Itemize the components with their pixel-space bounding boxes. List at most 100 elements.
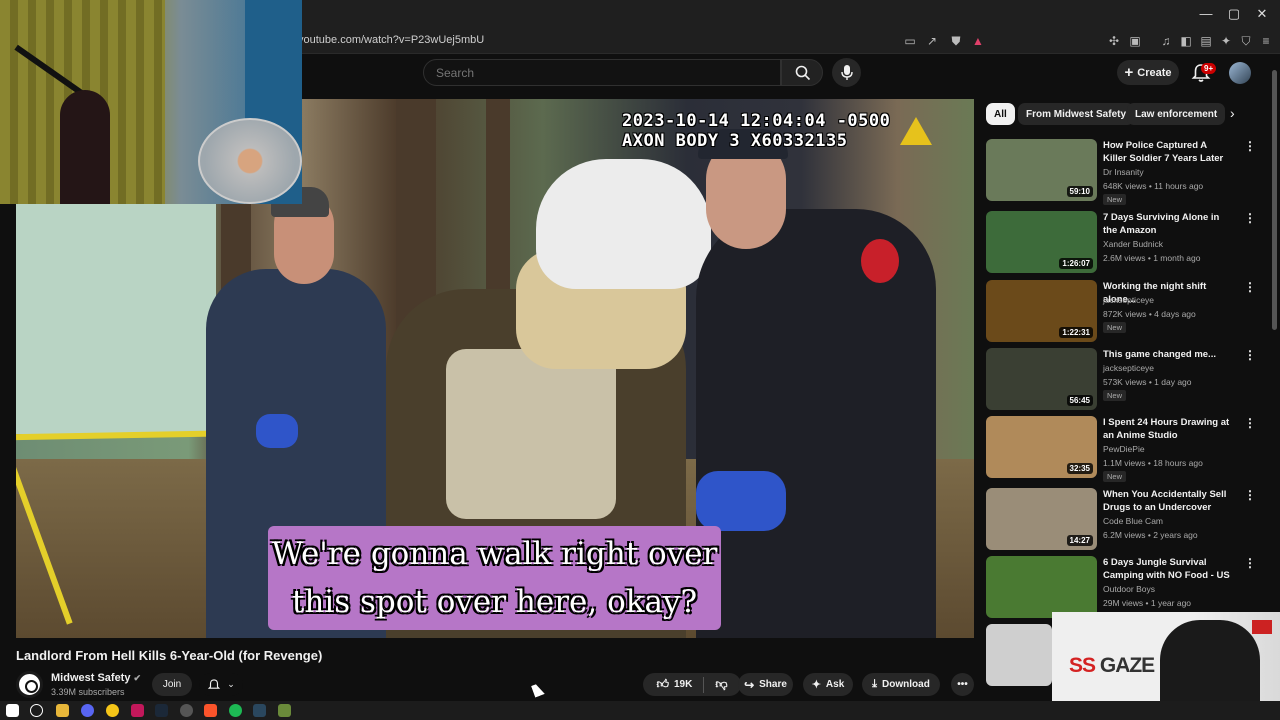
channel-name[interactable]: Midwest Safety ✔ bbox=[51, 672, 141, 684]
extensions-icon[interactable]: ✣ bbox=[1106, 33, 1122, 49]
more-actions-button[interactable]: ••• bbox=[951, 673, 974, 696]
subscription-bell-button[interactable]: ⌄ bbox=[199, 673, 243, 696]
app-icon[interactable] bbox=[180, 704, 193, 717]
recommendation-title[interactable]: I Spent 24 Hours Drawing at an Anime Stu… bbox=[1103, 416, 1231, 442]
sidebar-icon[interactable]: ◧ bbox=[1178, 33, 1194, 49]
video-scene-house bbox=[16, 204, 216, 434]
steam-icon[interactable] bbox=[155, 704, 168, 717]
discord-icon[interactable] bbox=[81, 704, 94, 717]
wallet-icon[interactable]: ▤ bbox=[1198, 33, 1214, 49]
recommendation-item[interactable]: 32:35 I Spent 24 Hours Drawing at an Ani… bbox=[986, 416, 1256, 482]
recommendation-channel[interactable]: jacksepticeye bbox=[1103, 295, 1154, 305]
steam-icon[interactable] bbox=[253, 704, 266, 717]
video-thumbnail[interactable]: 59:10 bbox=[986, 139, 1097, 201]
app-icon[interactable] bbox=[106, 704, 119, 717]
join-button[interactable]: Join bbox=[152, 673, 192, 696]
vpn-icon[interactable]: ⛉ bbox=[1238, 33, 1254, 49]
ask-button[interactable]: ✦ Ask bbox=[803, 673, 853, 696]
video-caption: We're gonna walk right over this spot ov… bbox=[268, 526, 721, 630]
create-button[interactable]: + Create bbox=[1117, 60, 1179, 85]
url-text[interactable]: youtube.com/watch?v=P23wUej5mbU bbox=[298, 34, 484, 46]
recommendation-channel[interactable]: Outdoor Boys bbox=[1103, 584, 1155, 594]
video-thumbnail[interactable] bbox=[986, 556, 1097, 618]
recommendation-title[interactable]: When You Accidentally Sell Drugs to an U… bbox=[1103, 488, 1231, 515]
video-thumbnail[interactable]: 14:27 bbox=[986, 488, 1097, 550]
chip-all[interactable]: All bbox=[986, 103, 1015, 125]
more-vertical-icon[interactable]: ⋮ bbox=[1244, 488, 1256, 502]
more-vertical-icon[interactable]: ⋮ bbox=[1244, 416, 1256, 430]
minimize-icon[interactable]: — bbox=[1196, 6, 1216, 21]
overlay-person bbox=[1160, 620, 1260, 714]
thumbs-down-icon[interactable]: 👎︎ bbox=[715, 677, 727, 692]
shield-icon[interactable]: ⛊ bbox=[948, 33, 964, 49]
more-vertical-icon[interactable]: ⋮ bbox=[1244, 211, 1256, 225]
recommendation-item[interactable]: 1:22:31 Working the night shift alone...… bbox=[986, 280, 1256, 346]
video-scene-fire-patch bbox=[861, 239, 899, 283]
close-icon[interactable]: ✕ bbox=[1252, 6, 1272, 22]
video-thumbnail[interactable]: 56:45 bbox=[986, 348, 1097, 410]
menu-icon[interactable]: ≡ bbox=[1258, 33, 1274, 49]
share-button[interactable]: ↪ Share bbox=[738, 673, 793, 696]
video-thumbnail[interactable]: 1:22:31 bbox=[986, 280, 1097, 342]
chevron-right-icon[interactable]: › bbox=[1230, 105, 1235, 121]
more-vertical-icon[interactable]: ⋮ bbox=[1244, 348, 1256, 362]
video-thumbnail[interactable] bbox=[986, 624, 1052, 686]
search-input[interactable] bbox=[424, 60, 780, 85]
taskbar-search-icon[interactable] bbox=[30, 704, 43, 717]
video-duration: 56:45 bbox=[1066, 395, 1093, 406]
recommendation-item[interactable]: 14:27 When You Accidentally Sell Drugs t… bbox=[986, 488, 1256, 554]
recommendation-channel[interactable]: Dr Insanity bbox=[1103, 167, 1144, 177]
recommendation-title[interactable]: 7 Days Surviving Alone in the Amazon bbox=[1103, 211, 1231, 237]
recommendation-title[interactable]: How Police Captured A Killer Soldier 7 Y… bbox=[1103, 139, 1231, 165]
windows-start-icon[interactable] bbox=[6, 704, 19, 717]
recommendation-meta: 6.2M views • 2 years ago bbox=[1103, 530, 1198, 540]
like-dislike-group: 👍︎ 19K 👎︎ bbox=[643, 673, 741, 696]
like-count[interactable]: 19K bbox=[674, 679, 692, 690]
share-page-icon[interactable]: ↗ bbox=[924, 33, 940, 49]
thumbs-up-icon[interactable]: 👍︎ bbox=[656, 677, 669, 692]
screenshot-icon[interactable]: ▣ bbox=[1127, 33, 1143, 49]
search-button[interactable] bbox=[781, 59, 823, 86]
recommendation-title[interactable]: This game changed me... bbox=[1103, 348, 1231, 361]
recommendation-channel[interactable]: Xander Budnick bbox=[1103, 239, 1163, 249]
search-box[interactable] bbox=[423, 59, 781, 86]
maximize-icon[interactable]: ▢ bbox=[1224, 6, 1244, 22]
app-icon[interactable] bbox=[131, 704, 144, 717]
video-title: Landlord From Hell Kills 6-Year-Old (for… bbox=[16, 648, 323, 663]
scrollbar-thumb[interactable] bbox=[1272, 70, 1277, 330]
chip-from-channel[interactable]: From Midwest Safety bbox=[1018, 103, 1135, 125]
recommendation-channel[interactable]: Code Blue Cam bbox=[1103, 516, 1163, 526]
verified-icon: ✔ bbox=[133, 673, 142, 683]
voice-search-button[interactable] bbox=[832, 58, 861, 87]
video-scene-glove bbox=[256, 414, 298, 448]
download-button[interactable]: ⤓ Download bbox=[862, 673, 940, 696]
more-vertical-icon[interactable]: ⋮ bbox=[1244, 556, 1256, 570]
app-icon[interactable] bbox=[278, 704, 291, 717]
channel-avatar[interactable] bbox=[16, 671, 43, 698]
chip-law-enforcement[interactable]: Law enforcement bbox=[1127, 103, 1226, 125]
recommendation-item[interactable]: 59:10 How Police Captured A Killer Soldi… bbox=[986, 139, 1256, 205]
video-scene-glove bbox=[696, 471, 786, 531]
chevron-down-icon: ⌄ bbox=[227, 679, 235, 689]
account-avatar[interactable] bbox=[1229, 62, 1251, 84]
leo-icon[interactable]: ✦ bbox=[1218, 33, 1234, 49]
file-explorer-icon[interactable] bbox=[56, 704, 69, 717]
divider bbox=[703, 676, 705, 693]
caption-line: this spot over here, okay? bbox=[291, 584, 698, 620]
more-vertical-icon[interactable]: ⋮ bbox=[1244, 280, 1256, 294]
music-icon[interactable]: ♫ bbox=[1158, 33, 1174, 49]
video-thumbnail[interactable]: 32:35 bbox=[986, 416, 1097, 478]
channel-name-text[interactable]: Midwest Safety bbox=[51, 672, 130, 684]
recommendation-channel[interactable]: jacksepticeye bbox=[1103, 363, 1154, 373]
brave-browser-icon[interactable] bbox=[204, 704, 217, 717]
more-vertical-icon[interactable]: ⋮ bbox=[1244, 139, 1256, 153]
recommendation-title[interactable]: 6 Days Jungle Survival Camping with NO F… bbox=[1103, 556, 1231, 583]
recommendation-item[interactable]: 1:26:07 7 Days Surviving Alone in the Am… bbox=[986, 211, 1256, 277]
recommendation-channel[interactable]: PewDiePie bbox=[1103, 444, 1145, 454]
video-duration: 1:22:31 bbox=[1059, 327, 1093, 338]
rewards-icon[interactable]: ▲ bbox=[970, 33, 986, 49]
spotify-icon[interactable] bbox=[229, 704, 242, 717]
picture-in-picture-icon[interactable]: ▭ bbox=[902, 33, 918, 49]
recommendation-item[interactable]: 56:45 This game changed me... jackseptic… bbox=[986, 348, 1256, 414]
video-thumbnail[interactable]: 1:26:07 bbox=[986, 211, 1097, 273]
